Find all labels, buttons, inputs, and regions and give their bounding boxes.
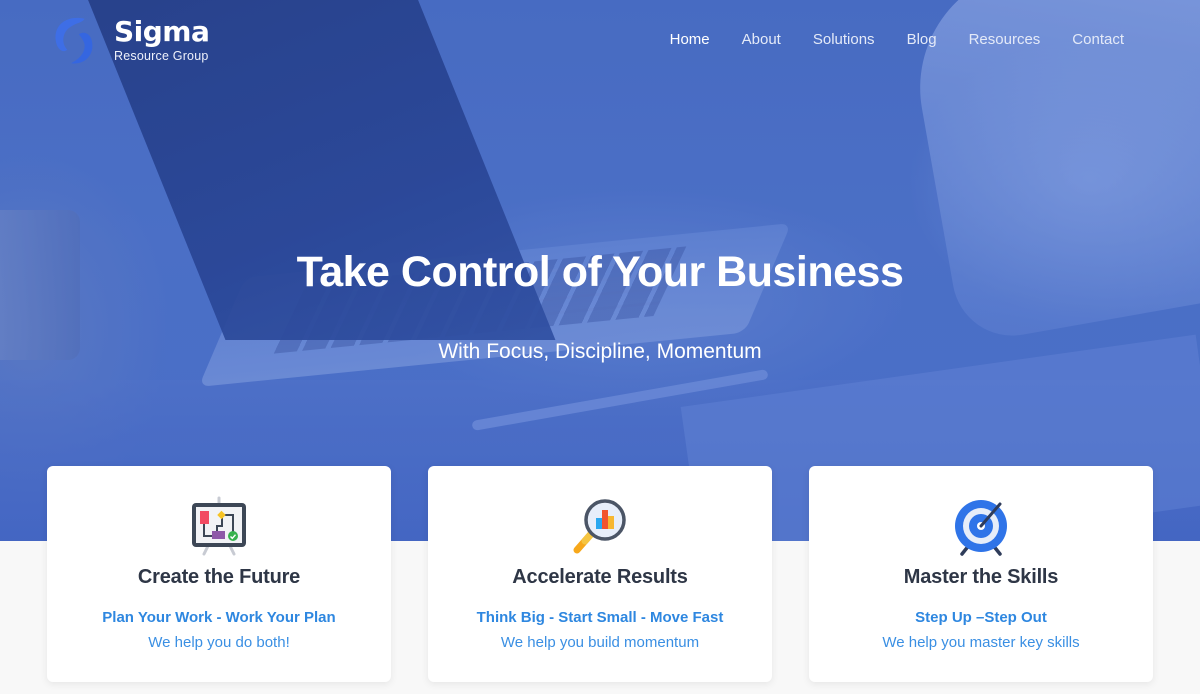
feature-card-master-the-skills[interactable]: Master the Skills Step Up –Step Out We h…: [809, 466, 1153, 682]
nav-item-blog[interactable]: Blog: [891, 30, 953, 50]
magnifier-chart-icon: [573, 499, 626, 554]
nav-item-home[interactable]: Home: [654, 30, 726, 50]
card-tagline: Think Big - Start Small - Move Fast: [476, 609, 724, 626]
card-tagline: Plan Your Work - Work Your Plan: [102, 609, 336, 626]
card-tagline: Step Up –Step Out: [915, 609, 1047, 626]
sigma-swirl-logo-icon: [55, 17, 93, 64]
card-description: We help you build momentum: [500, 634, 700, 651]
card-description: We help you master key skills: [882, 634, 1080, 651]
hero-section: Sigma Resource Group Home About Solution…: [0, 0, 1200, 541]
main-nav: Home About Solutions Blog Resources Cont…: [654, 30, 1140, 50]
nav-item-solutions[interactable]: Solutions: [797, 30, 891, 50]
card-title: Accelerate Results: [512, 566, 688, 588]
feature-card-create-the-future[interactable]: Create the Future Plan Your Work - Work …: [47, 466, 391, 682]
nav-item-about[interactable]: About: [726, 30, 797, 50]
target-icon: [955, 500, 1007, 556]
brand-name: Sigma: [114, 15, 210, 48]
card-title: Master the Skills: [903, 566, 1059, 588]
nav-item-resources[interactable]: Resources: [953, 30, 1057, 50]
hero-subtitle: With Focus, Discipline, Momentum: [438, 340, 762, 363]
card-title: Create the Future: [137, 566, 301, 588]
feature-card-accelerate-results[interactable]: Accelerate Results Think Big - Start Sma…: [428, 466, 772, 682]
brand-logo[interactable]: Sigma Resource Group: [46, 10, 246, 70]
nav-item-contact[interactable]: Contact: [1056, 30, 1140, 50]
hero-title: Take Control of Your Business: [296, 248, 904, 296]
presentation-board-icon: [192, 496, 246, 556]
card-description: We help you do both!: [148, 634, 290, 651]
brand-subtitle: Resource Group: [114, 49, 209, 63]
